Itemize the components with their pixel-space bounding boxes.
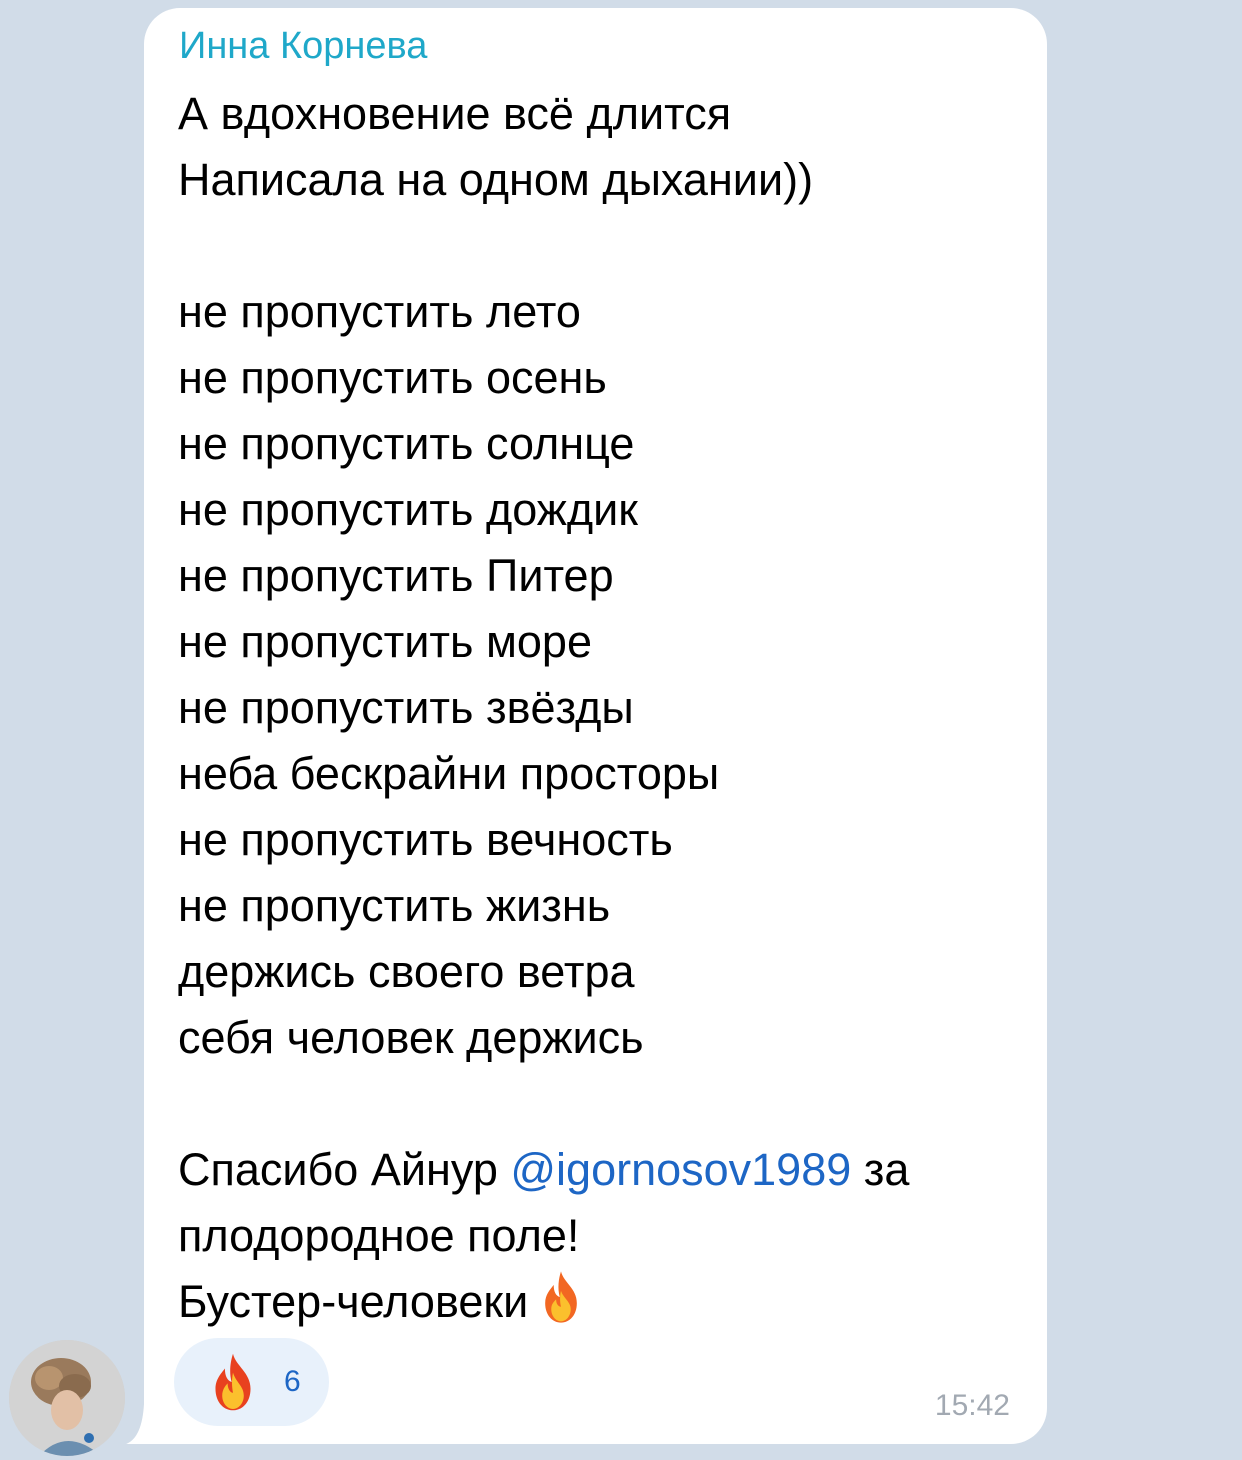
message-line: не пропустить лето xyxy=(178,286,581,337)
message-line xyxy=(178,213,1028,279)
message-line: не пропустить звёзды xyxy=(178,682,634,733)
message-line: плодородное поле! xyxy=(178,1210,580,1261)
message-line: не пропустить солнце xyxy=(178,418,635,469)
message-text: А вдохновение всё длится Написала на одн… xyxy=(178,81,1028,1335)
message-timestamp: 15:42 xyxy=(934,1389,1010,1422)
fire-emoji-icon xyxy=(536,1269,586,1343)
sender-avatar[interactable] xyxy=(9,1340,125,1456)
message-line: не пропустить вечность xyxy=(178,814,673,865)
booster-text: Бустер-человеки xyxy=(178,1276,529,1327)
message-line: не пропустить Питер xyxy=(178,550,614,601)
message-line: Написала на одном дыхании)) xyxy=(178,154,814,205)
thanks-text-end: за xyxy=(851,1144,910,1195)
message-line xyxy=(178,1071,1028,1137)
message-line: себя человек держись xyxy=(178,1012,644,1063)
message-line: неба бескрайни просторы xyxy=(178,748,720,799)
message-line: не пропустить осень xyxy=(178,352,607,403)
message-line: не пропустить море xyxy=(178,616,592,667)
sender-name[interactable]: Инна Корнева xyxy=(179,24,427,68)
reaction-count: 6 xyxy=(284,1365,301,1398)
message-line: держись своего ветра xyxy=(178,946,635,997)
fire-icon xyxy=(206,1351,260,1418)
message-line: А вдохновение всё длится xyxy=(178,88,732,139)
mention-link[interactable]: @igornosov1989 xyxy=(510,1144,851,1195)
message-bubble[interactable]: Инна Корнева А вдохновение всё длится На… xyxy=(144,8,1047,1444)
thanks-text: Спасибо Айнур xyxy=(178,1144,511,1195)
message-line-booster: Бустер-человеки xyxy=(178,1269,1028,1335)
reaction-button[interactable]: 6 xyxy=(174,1338,329,1426)
message-line: не пропустить жизнь xyxy=(178,880,611,931)
message-line: не пропустить дождик xyxy=(178,484,638,535)
message-line-thanks: Спасибо Айнур @igornosov1989 за xyxy=(178,1137,1028,1203)
